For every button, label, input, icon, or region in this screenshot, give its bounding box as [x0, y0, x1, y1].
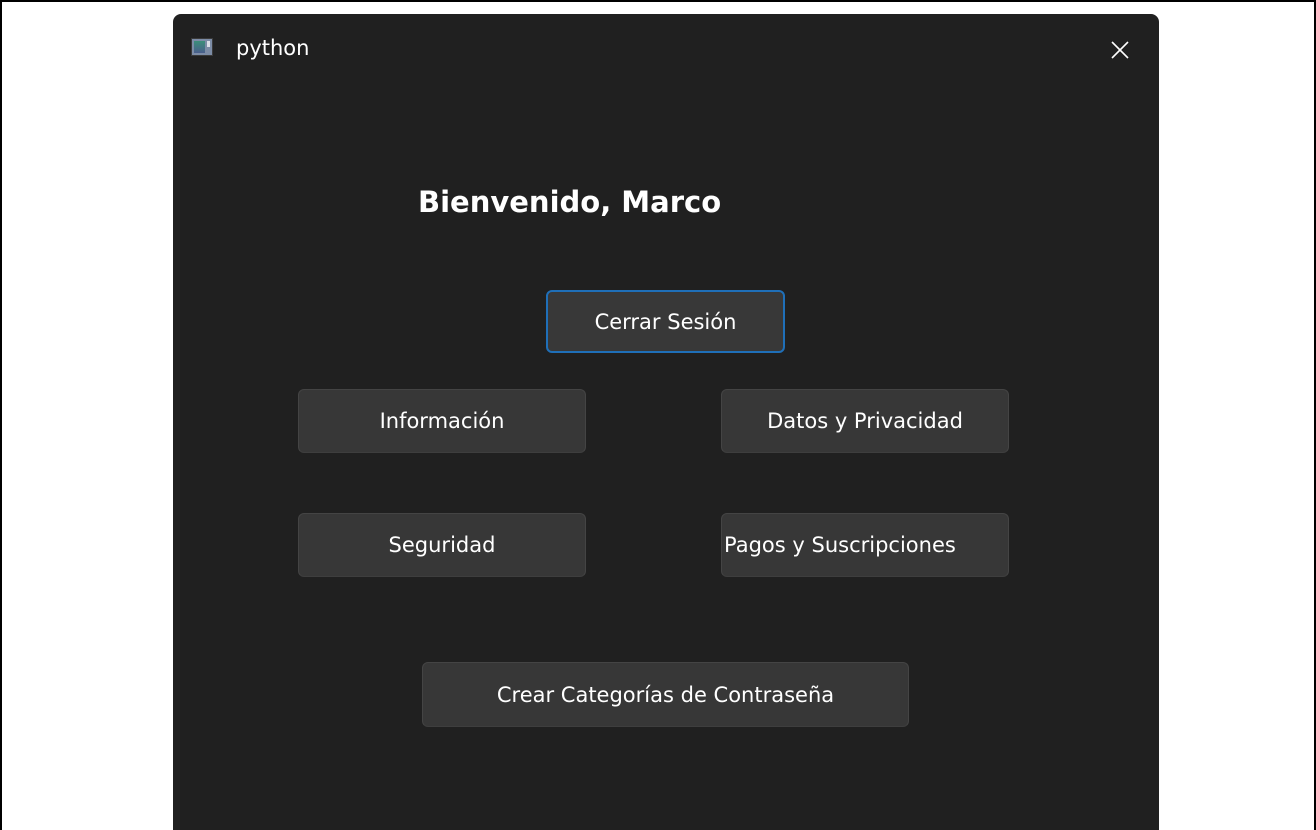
app-icon-strip [207, 41, 210, 47]
close-icon [1111, 41, 1129, 59]
close-button[interactable] [1097, 30, 1143, 70]
python-app-icon [191, 38, 213, 56]
privacy-button[interactable]: Datos y Privacidad [721, 389, 1009, 453]
title-bar: python [173, 14, 1159, 84]
info-button[interactable]: Información [298, 389, 586, 453]
payments-button[interactable]: Pagos y Suscripciones [721, 513, 1009, 577]
window-title: python [236, 36, 310, 60]
app-window: python Bienvenido, Marco Cerrar Sesión I… [173, 14, 1159, 830]
welcome-heading: Bienvenido, Marco [418, 185, 722, 219]
logout-button[interactable]: Cerrar Sesión [546, 290, 785, 353]
security-button[interactable]: Seguridad [298, 513, 586, 577]
create-categories-button[interactable]: Crear Categorías de Contraseña [422, 662, 909, 727]
app-icon-inner [194, 41, 205, 53]
